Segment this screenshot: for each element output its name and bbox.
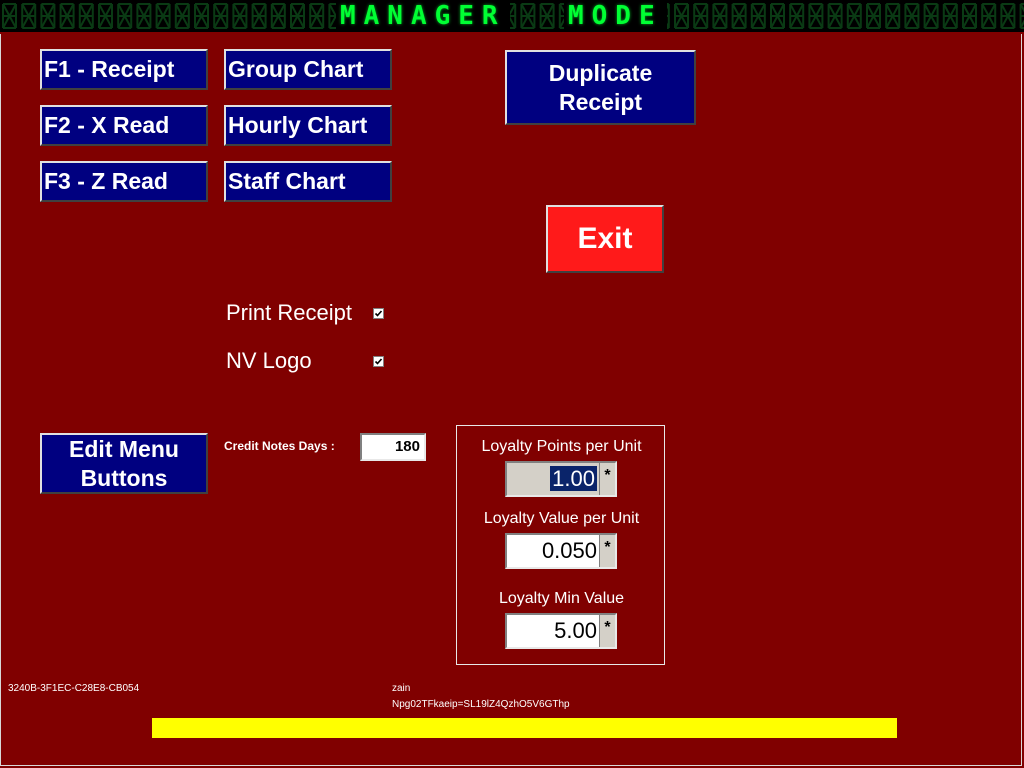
led-segment-cell — [2, 3, 17, 29]
loyalty-value-label: Loyalty Value per Unit — [483, 510, 640, 527]
edit-menu-buttons-button[interactable]: Edit Menu Buttons — [40, 433, 208, 494]
led-segment-cell — [309, 3, 325, 29]
status-progress-bar — [152, 718, 897, 738]
f3-z-read-button[interactable]: F3 - Z Read — [40, 161, 208, 202]
led-segment-cell — [846, 3, 862, 29]
led-segment-cell — [885, 3, 901, 29]
staff-chart-button[interactable]: Staff Chart — [224, 161, 392, 202]
led-segment-cell — [117, 3, 133, 29]
led-segment-cell — [1019, 3, 1024, 29]
asterisk-icon[interactable]: * — [599, 463, 615, 495]
led-segment-cell — [962, 3, 977, 29]
loyalty-points-value[interactable]: 1.00 — [507, 463, 599, 495]
license-key-text: Npg02TFkaeip=SL19lZ4QzhO5V6GThp — [392, 699, 570, 710]
led-segment-cell — [270, 3, 286, 29]
duplicate-receipt-line2: Receipt — [558, 88, 643, 115]
led-segment-cell — [808, 3, 824, 29]
machine-id-text: 3240B-3F1EC-C28E8-CB054 — [8, 683, 140, 694]
led-segment-cell — [21, 3, 37, 29]
hourly-chart-button[interactable]: Hourly Chart — [224, 105, 392, 146]
led-segment-cell — [194, 3, 209, 29]
credit-notes-days-input[interactable]: 180 — [360, 433, 426, 461]
credit-notes-days-value: 180 — [394, 438, 420, 455]
led-segment-cell — [750, 3, 766, 29]
led-segment-cell — [520, 3, 536, 29]
print-receipt-label: Print Receipt — [226, 300, 352, 325]
edit-menu-line1: Edit Menu — [69, 435, 179, 462]
f2-x-read-button[interactable]: F2 - X Read — [40, 105, 208, 146]
led-segment-cell — [981, 3, 997, 29]
led-segment-cell — [539, 3, 555, 29]
asterisk-icon[interactable]: * — [599, 615, 615, 647]
edit-menu-line2: Buttons — [80, 464, 168, 491]
led-pattern-graphic — [2, 3, 1024, 29]
nv-logo-label: NV Logo — [226, 348, 312, 373]
led-segment-cell — [1000, 3, 1016, 29]
credit-notes-days-label: Credit Notes Days : — [224, 439, 335, 453]
led-segment-cell — [866, 3, 881, 29]
led-display-bar: MANAGER MODE — [0, 0, 1024, 32]
print-receipt-checkbox[interactable] — [373, 308, 384, 319]
duplicate-receipt-line1: Duplicate — [548, 59, 653, 86]
checkmark-icon — [374, 310, 383, 317]
led-segment-cell — [942, 3, 958, 29]
led-segment-cell — [174, 3, 190, 29]
led-segment-cell — [923, 3, 939, 29]
loyalty-value-value[interactable]: 0.050 — [507, 535, 599, 567]
mode-title-word1: MANAGER — [336, 2, 510, 30]
group-chart-button[interactable]: Group Chart — [224, 49, 392, 90]
loyalty-min-label: Loyalty Min Value — [498, 590, 625, 607]
led-segment-cell — [251, 3, 267, 29]
loyalty-value-stepper[interactable]: 0.050 * — [505, 533, 617, 569]
duplicate-receipt-button[interactable]: Duplicate Receipt — [505, 50, 696, 125]
led-segment-cell — [155, 3, 171, 29]
led-segment-cell — [136, 3, 152, 29]
led-segment-cell — [674, 3, 689, 29]
led-segment-cell — [693, 3, 709, 29]
loyalty-min-value[interactable]: 5.00 — [507, 615, 599, 647]
asterisk-icon[interactable]: * — [599, 535, 615, 567]
led-segment-cell — [712, 3, 728, 29]
led-segment-cell — [770, 3, 785, 29]
f1-receipt-button[interactable]: F1 - Receipt — [40, 49, 208, 90]
exit-button[interactable]: Exit — [546, 205, 664, 273]
led-segment-cell — [827, 3, 843, 29]
mode-title-word2: MODE — [564, 2, 667, 30]
loyalty-points-stepper[interactable]: 1.00 * — [505, 461, 617, 497]
loyalty-panel: Loyalty Points per Unit 1.00 * Loyalty V… — [456, 425, 665, 665]
led-segment-cell — [290, 3, 305, 29]
loyalty-points-label: Loyalty Points per Unit — [481, 438, 642, 455]
loyalty-min-stepper[interactable]: 5.00 * — [505, 613, 617, 649]
user-name-text: zain — [392, 683, 411, 694]
checkmark-icon — [374, 358, 383, 365]
led-segment-cell — [40, 3, 56, 29]
led-segment-cell — [789, 3, 805, 29]
led-segment-cell — [232, 3, 248, 29]
led-segment-cell — [78, 3, 94, 29]
led-segment-cell — [213, 3, 229, 29]
led-segment-cell — [59, 3, 75, 29]
led-segment-cell — [98, 3, 113, 29]
nv-logo-checkbox[interactable] — [373, 356, 384, 367]
led-segment-cell — [731, 3, 747, 29]
led-segment-cell — [904, 3, 920, 29]
